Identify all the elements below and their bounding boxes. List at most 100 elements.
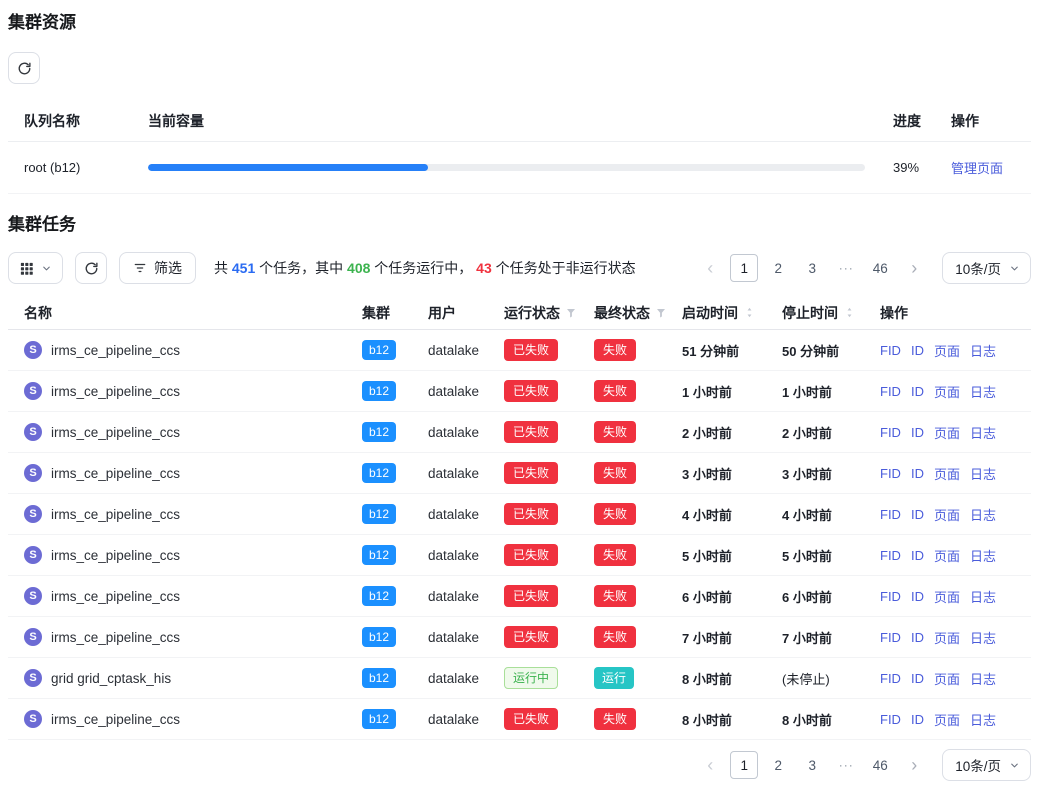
final-status-filter-funnel-icon[interactable] bbox=[655, 307, 667, 319]
resources-refresh-button[interactable] bbox=[8, 52, 40, 84]
run-status-badge: 已失败 bbox=[504, 626, 558, 648]
run-status-filter-funnel-icon[interactable] bbox=[565, 307, 577, 319]
run-status-badge: 已失败 bbox=[504, 421, 558, 443]
page-link[interactable]: 页面 bbox=[934, 669, 960, 688]
page-button-2[interactable]: 2 bbox=[764, 751, 792, 779]
page-link[interactable]: 页面 bbox=[934, 423, 960, 442]
start-time: 7 小时前 bbox=[682, 628, 782, 647]
id-link[interactable]: ID bbox=[911, 671, 924, 686]
id-link[interactable]: ID bbox=[911, 630, 924, 645]
log-link[interactable]: 日志 bbox=[970, 505, 996, 524]
fid-link[interactable]: FID bbox=[880, 466, 901, 481]
log-link[interactable]: 日志 bbox=[970, 341, 996, 360]
log-link[interactable]: 日志 bbox=[970, 587, 996, 606]
page-link[interactable]: 页面 bbox=[934, 341, 960, 360]
filter-button[interactable]: 筛选 bbox=[119, 252, 196, 284]
page-ellipsis[interactable]: ··· bbox=[832, 254, 860, 282]
stop-time-sort-icon[interactable] bbox=[843, 306, 856, 319]
next-page-button[interactable]: › bbox=[900, 254, 928, 282]
page-size-select[interactable]: 10条/页 bbox=[942, 252, 1031, 284]
fid-link[interactable]: FID bbox=[880, 548, 901, 563]
col-header-run-status: 运行状态 bbox=[504, 303, 560, 323]
final-status-badge: 失败 bbox=[594, 626, 636, 648]
prev-page-button[interactable]: ‹ bbox=[696, 751, 724, 779]
user-name: datalake bbox=[428, 630, 504, 645]
log-link[interactable]: 日志 bbox=[970, 669, 996, 688]
page-size-label: 10条/页 bbox=[955, 755, 1001, 775]
page-button-2[interactable]: 2 bbox=[764, 254, 792, 282]
log-link[interactable]: 日志 bbox=[970, 382, 996, 401]
manage-page-link[interactable]: 管理页面 bbox=[951, 161, 1003, 176]
log-link[interactable]: 日志 bbox=[970, 628, 996, 647]
page-link[interactable]: 页面 bbox=[934, 546, 960, 565]
user-name: datalake bbox=[428, 548, 504, 563]
tasks-title: 集群任务 bbox=[8, 214, 1031, 236]
fid-link[interactable]: FID bbox=[880, 343, 901, 358]
start-time-sort-icon[interactable] bbox=[743, 306, 756, 319]
page-button-3[interactable]: 3 bbox=[798, 254, 826, 282]
start-time: 8 小时前 bbox=[682, 669, 782, 688]
id-link[interactable]: ID bbox=[911, 384, 924, 399]
user-name: datalake bbox=[428, 671, 504, 686]
page-button-46[interactable]: 46 bbox=[866, 751, 894, 779]
page-link[interactable]: 页面 bbox=[934, 587, 960, 606]
log-link[interactable]: 日志 bbox=[970, 464, 996, 483]
col-header-final-status: 最终状态 bbox=[594, 303, 650, 323]
user-name: datalake bbox=[428, 507, 504, 522]
page-button-1[interactable]: 1 bbox=[730, 254, 758, 282]
table-row: S irms_ce_pipeline_ccs b12 datalake 已失败 … bbox=[8, 494, 1031, 535]
id-link[interactable]: ID bbox=[911, 343, 924, 358]
page-link[interactable]: 页面 bbox=[934, 382, 960, 401]
fid-link[interactable]: FID bbox=[880, 425, 901, 440]
tasks-refresh-button[interactable] bbox=[75, 252, 107, 284]
page-button-1[interactable]: 1 bbox=[730, 751, 758, 779]
user-name: datalake bbox=[428, 589, 504, 604]
page-size-select[interactable]: 10条/页 bbox=[942, 749, 1031, 781]
resources-table: 队列名称 当前容量 进度 操作 root (b12) 39% 管理页面 bbox=[8, 100, 1031, 194]
task-name: irms_ce_pipeline_ccs bbox=[51, 425, 180, 440]
fid-link[interactable]: FID bbox=[880, 671, 901, 686]
next-page-button[interactable]: › bbox=[900, 751, 928, 779]
id-link[interactable]: ID bbox=[911, 425, 924, 440]
chevron-down-icon bbox=[1009, 263, 1020, 274]
page-button-3[interactable]: 3 bbox=[798, 751, 826, 779]
id-link[interactable]: ID bbox=[911, 507, 924, 522]
fid-link[interactable]: FID bbox=[880, 507, 901, 522]
final-status-badge: 失败 bbox=[594, 585, 636, 607]
table-row: S irms_ce_pipeline_ccs b12 datalake 已失败 … bbox=[8, 330, 1031, 371]
cluster-badge: b12 bbox=[362, 463, 396, 483]
page-root: 集群资源 队列名称 当前容量 进度 操作 root (b12) 39% 管理页面… bbox=[0, 0, 1039, 788]
spark-app-icon: S bbox=[24, 464, 42, 482]
filter-button-label: 筛选 bbox=[154, 258, 182, 278]
fid-link[interactable]: FID bbox=[880, 630, 901, 645]
columns-settings-button[interactable] bbox=[8, 252, 63, 284]
page-link[interactable]: 页面 bbox=[934, 464, 960, 483]
id-link[interactable]: ID bbox=[911, 548, 924, 563]
id-link[interactable]: ID bbox=[911, 589, 924, 604]
fid-link[interactable]: FID bbox=[880, 384, 901, 399]
page-ellipsis[interactable]: ··· bbox=[832, 751, 860, 779]
prev-page-button[interactable]: ‹ bbox=[696, 254, 724, 282]
start-time: 8 小时前 bbox=[682, 710, 782, 729]
task-name: grid grid_cptask_his bbox=[51, 671, 171, 686]
log-link[interactable]: 日志 bbox=[970, 710, 996, 729]
fid-link[interactable]: FID bbox=[880, 589, 901, 604]
refresh-icon bbox=[17, 61, 32, 76]
start-time: 6 小时前 bbox=[682, 587, 782, 606]
id-link[interactable]: ID bbox=[911, 712, 924, 727]
log-link[interactable]: 日志 bbox=[970, 423, 996, 442]
queue-name: root (b12) bbox=[24, 160, 148, 175]
col-header-current-capacity: 当前容量 bbox=[148, 111, 889, 131]
table-row: S irms_ce_pipeline_ccs b12 datalake 已失败 … bbox=[8, 412, 1031, 453]
summary-running-count: 408 bbox=[347, 260, 370, 276]
fid-link[interactable]: FID bbox=[880, 712, 901, 727]
id-link[interactable]: ID bbox=[911, 466, 924, 481]
spark-app-icon: S bbox=[24, 382, 42, 400]
page-link[interactable]: 页面 bbox=[934, 505, 960, 524]
log-link[interactable]: 日志 bbox=[970, 546, 996, 565]
page-link[interactable]: 页面 bbox=[934, 628, 960, 647]
spark-app-icon: S bbox=[24, 341, 42, 359]
page-link[interactable]: 页面 bbox=[934, 710, 960, 729]
page-button-46[interactable]: 46 bbox=[866, 254, 894, 282]
page-size-label: 10条/页 bbox=[955, 258, 1001, 278]
